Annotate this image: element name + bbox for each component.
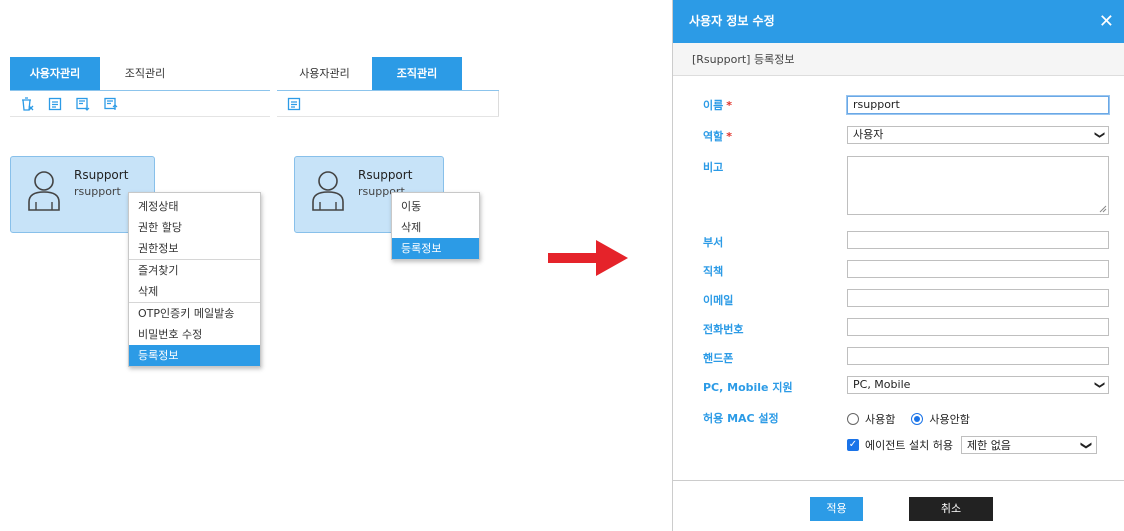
toolbar-divider [498,91,499,116]
menu-item-favorite[interactable]: 즐겨찾기 [129,260,260,281]
role-label: 역할 * [703,130,733,143]
email-label: 이메일 [703,294,734,307]
context-menu: 이동 삭제 등록정보 [391,192,480,260]
toolbar [10,90,270,117]
tab-bar: 사용자관리 조직관리 [10,57,270,90]
position-input[interactable] [847,260,1109,278]
user-avatar-icon [28,171,60,211]
export-icon[interactable] [102,95,120,113]
agent-row: ✓ 에이전트 설치 허용 제한 없음 ❯ [847,436,1097,454]
agent-select[interactable]: 제한 없음 ❯ [960,436,1097,454]
platform-label: PC, Mobile 지원 [703,381,793,394]
organization-management-panel: 사용자관리 조직관리 Rsupport rsupport 이동 삭제 등록정보 [277,57,499,260]
cancel-button[interactable]: 취소 [909,497,993,521]
memo-icon[interactable] [46,95,64,113]
user-card-name: Rsupport [74,168,129,182]
arrow-right-icon [548,240,628,276]
name-label: 이름 * [703,99,733,112]
user-avatar-icon [312,171,344,211]
email-input[interactable] [847,289,1109,307]
mobile-input[interactable] [847,347,1109,365]
tab-user-management[interactable]: 사용자관리 [10,57,100,90]
menu-item-registration-info[interactable]: 등록정보 [392,238,479,259]
menu-item-account-status[interactable]: 계정상태 [129,196,260,217]
menu-item-move[interactable]: 이동 [392,196,479,217]
department-label: 부서 [703,236,724,249]
mobile-label: 핸드폰 [703,352,734,365]
note-textarea[interactable] [847,156,1109,215]
role-select[interactable]: 사용자 ❯ [847,126,1109,144]
agent-checkbox[interactable]: ✓ [847,439,859,451]
edit-user-dialog: 사용자 정보 수정 ✕ [Rsupport] 등록정보 이름 * rsupport… [672,0,1124,531]
close-icon[interactable]: ✕ [1099,0,1114,43]
mac-label: 허용 MAC 설정 [703,412,779,425]
phone-input[interactable] [847,318,1109,336]
platform-select[interactable]: PC, Mobile ❯ [847,376,1109,394]
user-card-name: Rsupport [358,168,413,182]
user-management-panel: 사용자관리 조직관리 Rsupport rsupport 계정상태 권한 할당 … [10,57,270,367]
menu-item-otp-mail[interactable]: OTP인증키 메일발송 [129,303,260,324]
dialog-footer: 적용 취소 [673,480,1124,531]
delete-user-icon[interactable] [18,95,36,113]
menu-item-delete[interactable]: 삭제 [129,281,260,302]
mac-use-radio[interactable] [847,413,859,425]
chevron-down-icon: ❯ [1079,440,1093,450]
user-card-id: rsupport [74,185,121,198]
chevron-down-icon: ❯ [1093,130,1105,140]
mac-nouse-radio[interactable] [911,413,924,425]
menu-item-permission-info[interactable]: 권한정보 [129,238,260,259]
menu-item-assign-permission[interactable]: 권한 할당 [129,217,260,238]
dialog-subtitle: [Rsupport] 등록정보 [673,43,1124,76]
tab-bar: 사용자관리 조직관리 [277,57,499,90]
apply-button[interactable]: 적용 [810,497,863,521]
agent-label: 에이전트 설치 허용 [865,439,953,452]
tab-user-management[interactable]: 사용자관리 [277,57,372,90]
department-input[interactable] [847,231,1109,249]
dialog-title: 사용자 정보 수정 [689,14,775,28]
position-label: 직책 [703,265,724,278]
menu-item-delete[interactable]: 삭제 [392,217,479,238]
context-menu: 계정상태 권한 할당 권한정보 즐겨찾기 삭제 OTP인증키 메일발송 비밀번호… [128,192,261,367]
import-icon[interactable] [74,95,92,113]
mac-radio-group: 사용함 사용안함 [847,411,970,427]
memo-icon[interactable] [285,95,303,113]
tab-organization-management[interactable]: 조직관리 [100,57,190,90]
note-label: 비고 [703,161,724,174]
form-body: 이름 * rsupport 역할 * 사용자 ❯ 비고 부서 직책 이메일 전화번호 … [673,76,1124,480]
toolbar [277,90,499,117]
name-input[interactable]: rsupport [847,96,1109,114]
phone-label: 전화번호 [703,323,744,336]
menu-item-change-password[interactable]: 비밀번호 수정 [129,324,260,345]
mac-nouse-label: 사용안함 [929,413,970,426]
menu-item-registration-info[interactable]: 등록정보 [129,345,260,366]
mac-use-label: 사용함 [865,413,896,426]
tab-organization-management[interactable]: 조직관리 [372,57,462,90]
resize-handle-icon[interactable] [1099,205,1107,213]
dialog-header: 사용자 정보 수정 ✕ [673,0,1124,43]
chevron-down-icon: ❯ [1093,380,1105,390]
